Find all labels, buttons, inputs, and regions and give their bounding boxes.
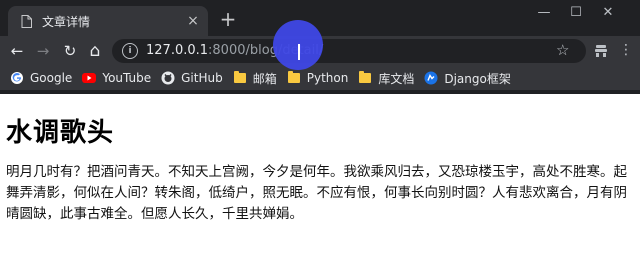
bookmarks-bar: Google YouTube GitHub 邮箱 Python 库文档 Djan… (0, 66, 640, 90)
forward-button[interactable]: → (34, 42, 52, 60)
django-icon (424, 71, 438, 85)
tab-title: 文章详情 (42, 14, 91, 29)
bookmark-label: YouTube (102, 71, 152, 85)
bookmark-youtube[interactable]: YouTube (82, 71, 151, 85)
bookmark-label: 库文档 (378, 71, 415, 86)
bookmark-folder-python[interactable]: Python (287, 71, 349, 85)
bookmark-google[interactable]: Google (10, 71, 72, 85)
folder-icon (287, 71, 301, 85)
maximize-button[interactable]: ☐ (560, 0, 592, 24)
back-button[interactable]: ← (8, 42, 26, 60)
tab-close-icon[interactable]: × (182, 13, 204, 29)
youtube-icon (82, 71, 97, 85)
window-controls: — ☐ ✕ (528, 0, 624, 30)
article-title: 水调歌头 (6, 118, 115, 148)
page-content: 水调歌头 明月几时有？把酒问青天。不知天上宫阙，今夕是何年。我欲乘风归去，又恐琼… (0, 94, 640, 268)
menu-icon[interactable]: ⋮ (619, 43, 633, 57)
text-cursor (298, 44, 300, 60)
folder-icon (358, 71, 372, 85)
minimize-button[interactable]: — (528, 0, 560, 24)
address-bar[interactable]: i 127.0.0.1:8000/blog/detail/ (112, 39, 586, 63)
bookmark-label: Python (306, 71, 349, 85)
github-icon (161, 71, 175, 85)
tab-strip: 文章详情 × + — ☐ ✕ (0, 0, 640, 36)
folder-icon (233, 71, 247, 85)
bookmark-folder-mail[interactable]: 邮箱 (233, 70, 277, 87)
bookmark-django[interactable]: Django框架 (424, 70, 511, 87)
bookmark-github[interactable]: GitHub (161, 71, 223, 85)
bookmark-label: Django框架 (444, 71, 511, 86)
url-host: 127.0.0.1 (146, 43, 209, 58)
google-icon (10, 71, 24, 85)
home-button[interactable]: ⌂ (86, 42, 104, 60)
window-close-button[interactable]: ✕ (592, 0, 624, 24)
info-icon[interactable]: i (122, 43, 138, 59)
tab-article-detail[interactable]: 文章详情 × (8, 6, 208, 36)
star-icon[interactable]: ☆ (556, 41, 569, 59)
bookmark-label: 邮箱 (252, 71, 277, 86)
reload-button[interactable]: ↻ (61, 42, 79, 60)
new-tab-button[interactable]: + (218, 9, 238, 29)
extension-icon[interactable] (594, 43, 608, 57)
bookmark-label: GitHub (181, 71, 223, 85)
bookmark-folder-docs[interactable]: 库文档 (358, 70, 414, 87)
article-body: 明月几时有？把酒问青天。不知天上宫阙，今夕是何年。我欲乘风归去，又恐琼楼玉宇，高… (6, 164, 627, 222)
bookmark-label: Google (30, 71, 73, 85)
document-icon (20, 14, 32, 28)
browser-chrome: 文章详情 × + — ☐ ✕ ← → ↻ ⌂ i 127.0.0.1:8000/… (0, 0, 640, 94)
